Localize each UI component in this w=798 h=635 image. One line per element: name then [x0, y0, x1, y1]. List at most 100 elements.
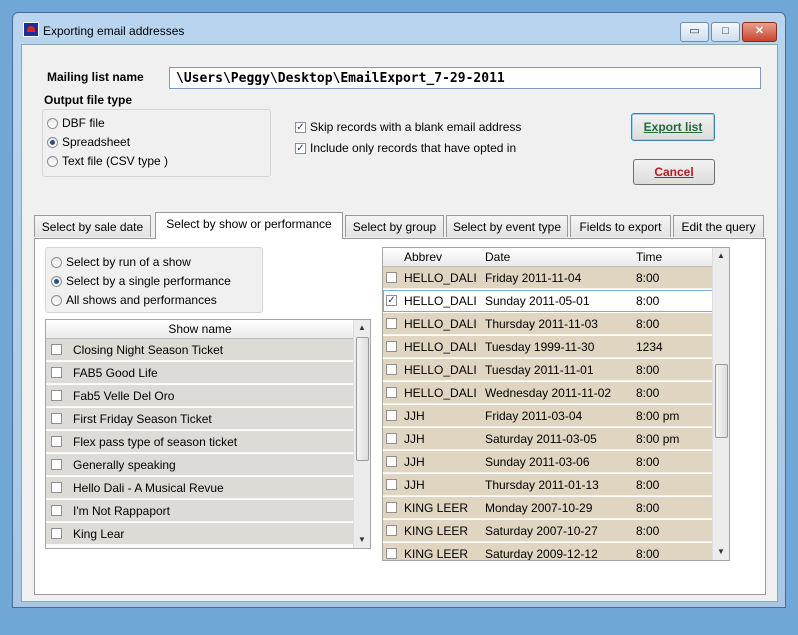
title-bar[interactable]: Exporting email addresses ▭ □ ✕	[13, 13, 785, 43]
scroll-thumb[interactable]	[356, 337, 369, 461]
radio-dbf-dot[interactable]	[47, 117, 58, 129]
radio-single-performance[interactable]: Select by a single performance	[51, 274, 231, 288]
performance-checkbox[interactable]	[386, 364, 397, 375]
table-row[interactable]: KING LEER Saturday 2007-10-27 8:00	[383, 520, 713, 542]
show-checkbox[interactable]	[51, 367, 62, 378]
maximize-button[interactable]: □	[711, 22, 740, 42]
mailing-list-input[interactable]: \Users\Peggy\Desktop\EmailExport_7-29-20…	[169, 67, 761, 89]
col-time[interactable]: Time	[636, 248, 662, 266]
list-item[interactable]: Fab5 Velle Del Oro	[46, 385, 354, 407]
output-type-group: DBF file Spreadsheet Text file (CSV type…	[42, 109, 271, 177]
table-row[interactable]: JJH Sunday 2011-03-06 8:00	[383, 451, 713, 473]
table-row[interactable]: KING LEER Monday 2007-10-29 8:00	[383, 497, 713, 519]
performance-checkbox[interactable]	[386, 502, 397, 513]
list-item[interactable]: King Lear	[46, 523, 354, 545]
cell-date: Thursday 2011-11-03	[485, 317, 598, 331]
table-row[interactable]: ✓ HELLO_DALI Sunday 2011-05-01 8:00	[383, 290, 713, 312]
skip-blank-checkbox[interactable]: ✓ Skip records with a blank email address	[295, 120, 521, 134]
table-row[interactable]: HELLO_DALI Friday 2011-11-04 8:00	[383, 267, 713, 289]
cell-abbrev: HELLO_DALI	[404, 294, 477, 308]
show-checkbox[interactable]	[51, 413, 62, 424]
radio-single-performance-dot[interactable]	[51, 275, 62, 287]
radio-all-shows-dot[interactable]	[51, 294, 62, 306]
skip-blank-check-icon[interactable]: ✓	[295, 121, 306, 133]
scroll-up-icon[interactable]: ▲	[354, 320, 370, 336]
list-item[interactable]: FAB5 Good Life	[46, 362, 354, 384]
performance-checkbox[interactable]	[386, 525, 397, 536]
table-row[interactable]: HELLO_DALI Thursday 2011-11-03 8:00	[383, 313, 713, 335]
list-item[interactable]: Closing Night Season Ticket	[46, 339, 354, 361]
tab-fields-to-export[interactable]: Fields to export	[570, 215, 671, 237]
show-list-scrollbar[interactable]: ▲ ▼	[353, 320, 370, 548]
list-item[interactable]: Flex pass type of season ticket	[46, 431, 354, 453]
performance-checkbox[interactable]	[386, 456, 397, 467]
show-name-list[interactable]: Show name Closing Night Season Ticket FA…	[45, 319, 371, 549]
show-checkbox[interactable]	[51, 459, 62, 470]
performance-checkbox[interactable]	[386, 341, 397, 352]
radio-all-shows[interactable]: All shows and performances	[51, 293, 217, 307]
performance-checkbox[interactable]	[386, 479, 397, 490]
opted-in-check-icon[interactable]: ✓	[295, 142, 306, 154]
table-row[interactable]: JJH Friday 2011-03-04 8:00 pm	[383, 405, 713, 427]
list-item[interactable]: Generally speaking	[46, 454, 354, 476]
scroll-down-icon[interactable]: ▼	[354, 532, 370, 548]
radio-text-file[interactable]: Text file (CSV type )	[47, 154, 168, 168]
tab-sale-date[interactable]: Select by sale date	[34, 215, 151, 237]
list-item[interactable]: Hello Dali - A Musical Revue	[46, 477, 354, 499]
window-title: Exporting email addresses	[43, 24, 185, 38]
opted-in-checkbox[interactable]: ✓ Include only records that have opted in	[295, 141, 516, 155]
scroll-down-icon[interactable]: ▼	[713, 544, 729, 560]
performance-checkbox[interactable]	[386, 410, 397, 421]
table-row[interactable]: JJH Thursday 2011-01-13 8:00	[383, 474, 713, 496]
cell-abbrev: HELLO_DALI	[404, 386, 477, 400]
cell-time: 8:00	[636, 524, 660, 538]
cell-abbrev: KING LEER	[404, 524, 469, 538]
show-checkbox[interactable]	[51, 482, 62, 493]
col-abbrev[interactable]: Abbrev	[404, 248, 442, 266]
radio-spreadsheet[interactable]: Spreadsheet	[47, 135, 130, 149]
col-date[interactable]: Date	[485, 248, 510, 266]
performance-checkbox[interactable]	[386, 433, 397, 444]
show-checkbox[interactable]	[51, 436, 62, 447]
show-name-header[interactable]: Show name	[46, 320, 354, 339]
scroll-up-icon[interactable]: ▲	[713, 248, 729, 264]
table-row[interactable]: KING LEER Saturday 2009-12-12 8:00	[383, 543, 713, 560]
scroll-thumb[interactable]	[715, 364, 728, 438]
close-button[interactable]: ✕	[742, 22, 777, 42]
export-list-button[interactable]: Export list	[631, 113, 715, 141]
list-item[interactable]: First Friday Season Ticket	[46, 408, 354, 430]
performance-table[interactable]: Abbrev Date Time HELLO_DALI Friday 2011-1…	[382, 247, 730, 561]
show-checkbox[interactable]	[51, 344, 62, 355]
radio-run-of-show[interactable]: Select by run of a show	[51, 255, 191, 269]
performance-scrollbar[interactable]: ▲ ▼	[712, 248, 729, 560]
tab-group[interactable]: Select by group	[345, 215, 444, 237]
output-type-label: Output file type	[44, 93, 132, 107]
table-row[interactable]: JJH Saturday 2011-03-05 8:00 pm	[383, 428, 713, 450]
table-row[interactable]: HELLO_DALI Tuesday 2011-11-01 8:00	[383, 359, 713, 381]
table-row[interactable]: HELLO_DALI Wednesday 2011-11-02 8:00	[383, 382, 713, 404]
tab-show-or-performance[interactable]: Select by show or performance	[155, 212, 343, 239]
performance-checkbox[interactable]	[386, 272, 397, 283]
minimize-button[interactable]: ▭	[680, 22, 709, 42]
show-checkbox[interactable]	[51, 390, 62, 401]
performance-checkbox[interactable]	[386, 318, 397, 329]
radio-dbf[interactable]: DBF file	[47, 116, 105, 130]
cell-abbrev: HELLO_DALI	[404, 340, 477, 354]
dialog-body: Mailing list name \Users\Peggy\Desktop\E…	[21, 44, 778, 602]
radio-text-file-dot[interactable]	[47, 155, 58, 167]
radio-spreadsheet-dot[interactable]	[47, 136, 58, 148]
performance-checkbox[interactable]: ✓	[386, 295, 397, 306]
table-row[interactable]: HELLO_DALI Tuesday 1999-11-30 1234	[383, 336, 713, 358]
tab-edit-query[interactable]: Edit the query	[673, 215, 764, 237]
cell-abbrev: HELLO_DALI	[404, 363, 477, 377]
cancel-button[interactable]: Cancel	[633, 159, 715, 185]
radio-run-of-show-dot[interactable]	[51, 256, 62, 268]
cell-abbrev: HELLO_DALI	[404, 317, 477, 331]
performance-checkbox[interactable]	[386, 387, 397, 398]
show-checkbox[interactable]	[51, 528, 62, 539]
show-checkbox[interactable]	[51, 505, 62, 516]
performance-checkbox[interactable]	[386, 548, 397, 559]
list-item[interactable]: I'm Not Rappaport	[46, 500, 354, 522]
cell-time: 8:00	[636, 363, 660, 377]
tab-event-type[interactable]: Select by event type	[446, 215, 568, 237]
